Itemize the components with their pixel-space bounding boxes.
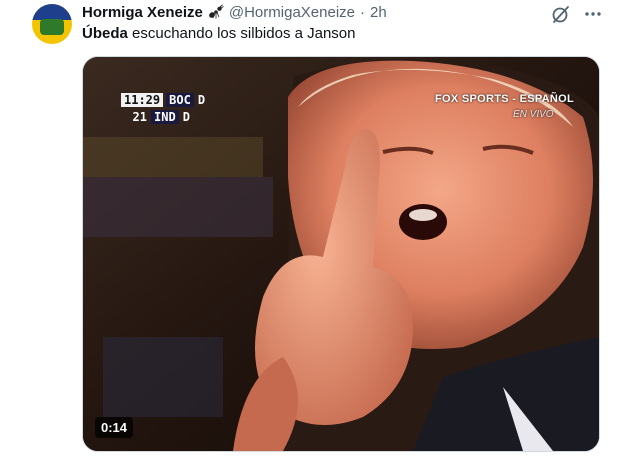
scoreboard-score: 21 xyxy=(132,109,147,124)
grok-icon[interactable] xyxy=(551,4,571,24)
tweet-text: Úbeda escuchando los silbidos a Janson xyxy=(82,24,356,44)
scoreboard-row-away: 21 IND D xyxy=(121,108,215,125)
video-duration: 0:14 xyxy=(95,417,134,438)
scoreboard-home-flag: D xyxy=(197,92,206,107)
tweet-text-body: escuchando los silbidos a Janson xyxy=(132,25,356,42)
scoreboard-row-home: 11:29 BOC D xyxy=(121,91,215,108)
scoreboard-clock: 11:29 xyxy=(121,92,164,107)
scoreboard-home-team: BOC xyxy=(166,92,194,107)
video-player[interactable]: 11:29 BOC D 21 IND D FOX SPORTS - ESPAÑO… xyxy=(82,56,600,452)
author-name[interactable]: Hormiga Xeneize xyxy=(82,4,203,21)
author-avatar[interactable] xyxy=(32,4,72,44)
ant-icon xyxy=(208,4,224,20)
tweet-time[interactable]: 2h xyxy=(370,4,387,21)
live-label: EN VIVO xyxy=(513,109,554,120)
avatar-stripe xyxy=(32,4,72,20)
scoreboard-away-flag: D xyxy=(182,109,190,124)
scoreboard-away-team: IND xyxy=(151,109,179,124)
author-handle[interactable]: @HormigaXeneize xyxy=(229,4,355,21)
more-icon[interactable] xyxy=(583,6,603,22)
broadcaster-logo: FOX SPORTS - ESPAÑOL xyxy=(435,93,575,105)
tweet-text-bold: Úbeda xyxy=(82,25,128,42)
avatar-figure xyxy=(40,19,64,35)
header-separator: · xyxy=(360,3,365,21)
scoreboard: 11:29 BOC D 21 IND D xyxy=(121,91,215,125)
tweet-header: Hormiga Xeneize @HormigaXeneize · 2h xyxy=(82,2,387,22)
